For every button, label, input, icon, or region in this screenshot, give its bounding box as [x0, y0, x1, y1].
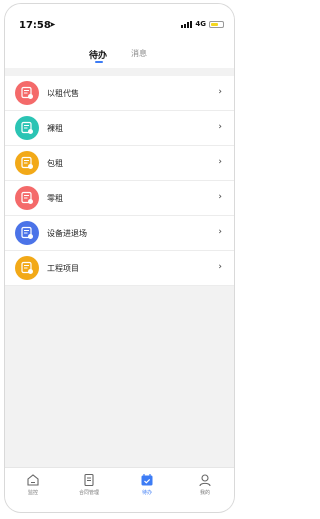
status-bar: 17:58 ➤ 4G — [5, 4, 234, 31]
contract-icon — [15, 221, 39, 245]
phone-screen: 17:58 ➤ 4G 待办 消息 以租代售 › 裸租 › 包租 › 零租 › 设… — [5, 4, 234, 512]
network-type: 4G — [195, 20, 206, 28]
list-item[interactable]: 以租代售 › — [5, 76, 234, 111]
tab-pending[interactable]: 待办 — [89, 48, 107, 61]
calendar-check-icon — [141, 474, 153, 486]
chevron-right-icon: › — [218, 227, 222, 237]
item-label: 工程项目 — [47, 264, 79, 273]
signal-icon — [181, 20, 193, 28]
battery-icon — [209, 20, 224, 28]
chevron-right-icon: › — [218, 157, 222, 167]
status-indicators: 4G — [181, 20, 224, 28]
contract-icon — [15, 151, 39, 175]
contract-icon — [15, 116, 39, 140]
bottom-nav: 监控 合同管理 待办 我的 — [5, 467, 234, 512]
contract-icon — [15, 256, 39, 280]
nav-item-monitor[interactable]: 监控 — [13, 473, 53, 496]
tab-messages[interactable]: 消息 — [131, 48, 147, 59]
nav-item-contracts[interactable]: 合同管理 — [69, 473, 109, 496]
nav-item-profile[interactable]: 我的 — [185, 473, 225, 496]
item-label: 零租 — [47, 194, 63, 203]
chevron-right-icon: › — [218, 122, 222, 132]
chevron-right-icon: › — [218, 262, 222, 272]
chevron-right-icon: › — [218, 87, 222, 97]
item-label: 裸租 — [47, 124, 63, 133]
nav-label: 合同管理 — [78, 490, 99, 496]
contract-icon — [15, 186, 39, 210]
document-icon — [84, 473, 94, 487]
list-item[interactable]: 设备进退场 › — [5, 216, 234, 251]
location-icon: ➤ — [49, 20, 56, 29]
item-label: 包租 — [47, 159, 63, 168]
list-item[interactable]: 零租 › — [5, 181, 234, 216]
nav-label: 我的 — [199, 490, 210, 496]
item-label: 以租代售 — [47, 89, 79, 98]
top-tabs: 待办 消息 — [5, 30, 234, 68]
user-icon — [199, 474, 211, 487]
contract-icon — [15, 81, 39, 105]
list-item[interactable]: 工程项目 › — [5, 251, 234, 286]
item-label: 设备进退场 — [47, 229, 87, 238]
list-item[interactable]: 包租 › — [5, 146, 234, 181]
home-icon — [27, 474, 39, 486]
list-item[interactable]: 裸租 › — [5, 111, 234, 146]
nav-label: 监控 — [27, 490, 38, 496]
todo-list: 以租代售 › 裸租 › 包租 › 零租 › 设备进退场 › 工程项目 › — [5, 76, 234, 286]
chevron-right-icon: › — [218, 192, 222, 202]
nav-label: 待办 — [141, 490, 152, 496]
nav-item-pending[interactable]: 待办 — [127, 473, 167, 496]
tab-active-indicator — [95, 61, 103, 63]
